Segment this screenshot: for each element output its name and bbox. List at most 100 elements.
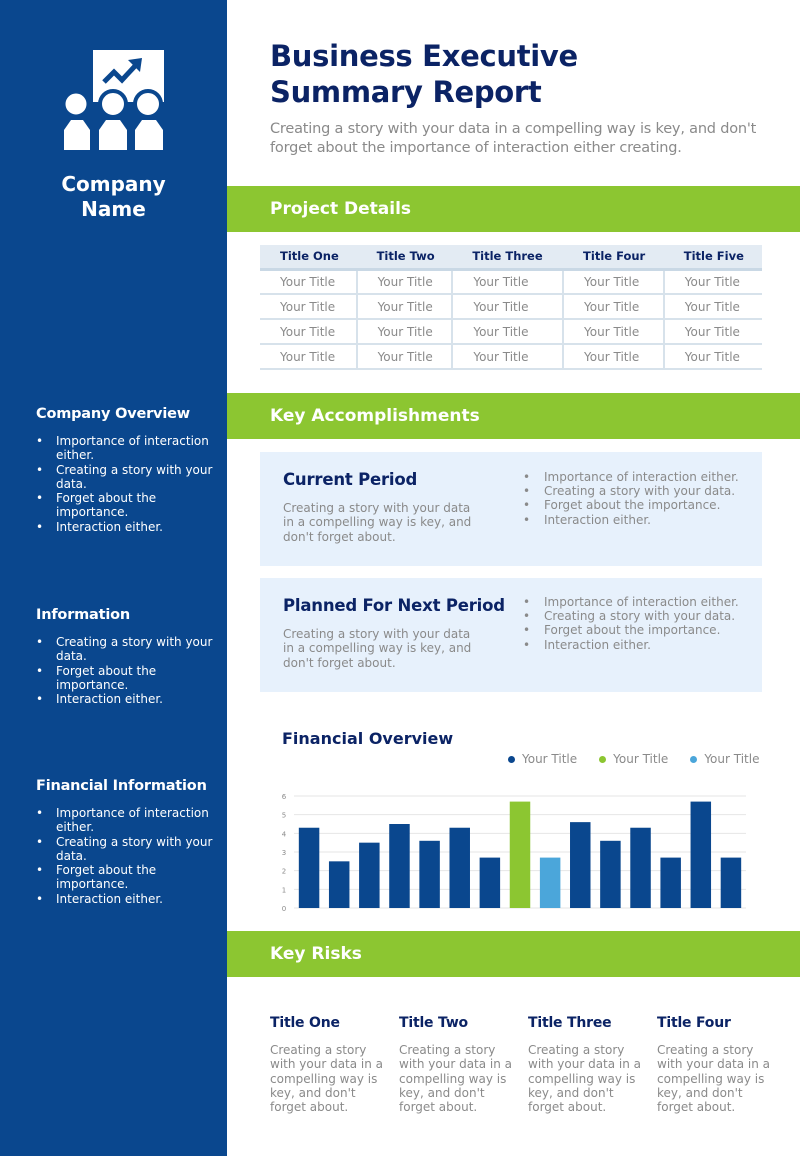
y-tick-label: 6 bbox=[282, 793, 287, 801]
project-details-table: Title One Title Two Title Three Title Fo… bbox=[260, 245, 762, 370]
card-text: Creating a story with your data in a com… bbox=[283, 501, 472, 544]
table-cell: Your Title bbox=[562, 294, 664, 320]
table-cell: Your Title bbox=[562, 344, 664, 370]
table-cell: Your Title bbox=[662, 319, 762, 345]
risk-title: Title One bbox=[270, 1015, 340, 1031]
page-title: Business Executive Summary Report bbox=[270, 38, 578, 110]
y-tick-label: 2 bbox=[282, 868, 286, 876]
card-text: Creating a story with your data in a com… bbox=[283, 627, 472, 670]
y-tick-label: 3 bbox=[282, 849, 286, 857]
chart-bar bbox=[298, 827, 320, 908]
bullet-list: Creating a story with your data. Forget … bbox=[36, 635, 221, 707]
bullet-list: Importance of interaction either. Creati… bbox=[36, 434, 221, 534]
chart-legend: Your Title Your Title Your Title bbox=[508, 752, 759, 766]
risk-text: Creating a story with your data in a com… bbox=[657, 1043, 771, 1115]
list-item: Importance of interaction either. bbox=[36, 806, 221, 835]
legend-dot-blue bbox=[508, 755, 515, 763]
risk-title: Title Three bbox=[528, 1015, 612, 1031]
legend-item: Your Title bbox=[690, 752, 759, 766]
section-heading: Financial Information bbox=[36, 778, 207, 794]
current-period-card: Current Period Creating a story with you… bbox=[260, 452, 762, 566]
chart-bar bbox=[328, 861, 350, 908]
column-header: Title Five bbox=[663, 245, 762, 271]
chart-bar bbox=[389, 824, 410, 908]
table-cell: Your Title bbox=[355, 344, 453, 370]
table-cell: Your Title bbox=[662, 269, 762, 295]
table-cell: Your Title bbox=[260, 269, 357, 295]
table-cell: Your Title bbox=[355, 269, 453, 295]
risk-item: Title One Creating a story with your dat… bbox=[270, 1015, 388, 1114]
chart-bar bbox=[419, 840, 440, 908]
page-subtitle: Creating a story with your data in a com… bbox=[270, 121, 757, 156]
sidebar: Company Name Company Overview Importance… bbox=[0, 0, 227, 1156]
project-details-band: Project Details bbox=[227, 186, 800, 232]
column-header: Title Three bbox=[452, 245, 564, 271]
card-title: Planned For Next Period bbox=[283, 596, 505, 615]
y-tick-label: 4 bbox=[282, 830, 287, 838]
section-heading: Information bbox=[36, 607, 131, 623]
card-title: Current Period bbox=[283, 470, 418, 489]
chart-bar bbox=[600, 840, 621, 908]
y-tick-label: 5 bbox=[282, 812, 286, 820]
list-item: Creating a story with your data. bbox=[523, 609, 739, 623]
card-bullets: Importance of interaction either. Creati… bbox=[523, 470, 739, 527]
legend-dot-light-blue bbox=[690, 755, 698, 763]
risk-item: Title Two Creating a story with your dat… bbox=[399, 1015, 517, 1114]
legend-label: Your Title bbox=[522, 752, 578, 766]
chart-title: Financial Overview bbox=[282, 729, 454, 748]
planned-next-period-card: Planned For Next Period Creating a story… bbox=[260, 578, 762, 692]
table-cell: Your Title bbox=[260, 319, 357, 345]
table-cell: Your Title bbox=[451, 294, 564, 320]
list-item: Importance of interaction either. bbox=[523, 470, 739, 484]
chart-bar bbox=[690, 801, 712, 908]
list-item: Forget about the importance. bbox=[523, 623, 739, 637]
chart-bar bbox=[449, 827, 470, 908]
legend-item: Your Title bbox=[599, 752, 668, 766]
chart-bar bbox=[660, 857, 681, 908]
risk-title: Title Four bbox=[657, 1015, 731, 1031]
chart-bar bbox=[630, 827, 651, 908]
list-item: Creating a story with your data. bbox=[36, 835, 221, 864]
list-item: Creating a story with your data. bbox=[523, 484, 739, 498]
column-header: Title Two bbox=[356, 245, 453, 271]
table-cell: Your Title bbox=[451, 269, 564, 295]
list-item: Forget about the importance. bbox=[523, 498, 739, 512]
risk-item: Title Three Creating a story with your d… bbox=[528, 1015, 646, 1114]
section-heading: Key Accomplishments bbox=[270, 406, 480, 426]
list-item: Forget about the importance. bbox=[36, 491, 221, 520]
table-cell: Your Title bbox=[260, 294, 357, 320]
title-line1: Business Executive bbox=[270, 39, 578, 73]
list-item: Forget about the importance. bbox=[36, 863, 221, 892]
risk-item: Title Four Creating a story with your da… bbox=[657, 1015, 775, 1114]
chart-bar bbox=[570, 822, 591, 908]
risk-title: Title Two bbox=[399, 1015, 468, 1031]
table-cell: Your Title bbox=[355, 294, 453, 320]
legend-item: Your Title bbox=[508, 752, 577, 766]
risk-text: Creating a story with your data in a com… bbox=[270, 1043, 384, 1115]
risk-text: Creating a story with your data in a com… bbox=[399, 1043, 513, 1115]
information-section: Information Creating a story with your d… bbox=[36, 607, 221, 707]
chart-bar bbox=[539, 857, 561, 908]
list-item: Interaction either. bbox=[36, 692, 221, 707]
team-presentation-growth-icon bbox=[62, 50, 164, 150]
table-cell: Your Title bbox=[451, 344, 564, 370]
table-row: Your Title Your Title Your Title Your Ti… bbox=[260, 319, 762, 345]
company-overview-section: Company Overview Importance of interacti… bbox=[36, 406, 221, 534]
table-cell: Your Title bbox=[260, 344, 357, 370]
table-cell: Your Title bbox=[451, 319, 564, 345]
section-heading: Key Risks bbox=[270, 944, 362, 964]
table-row: Your Title Your Title Your Title Your Ti… bbox=[260, 344, 762, 370]
company-name-line1: Company bbox=[61, 172, 166, 196]
table-row: Your Title Your Title Your Title Your Ti… bbox=[260, 269, 762, 295]
financial-overview-chart: 0 1 2 3 4 5 6 bbox=[282, 793, 746, 913]
chart-bar bbox=[720, 857, 742, 908]
financial-information-section: Financial Information Importance of inte… bbox=[36, 778, 221, 906]
list-item: Interaction either. bbox=[36, 520, 221, 535]
y-tick-label: 0 bbox=[282, 905, 286, 913]
list-item: Creating a story with your data. bbox=[36, 635, 221, 664]
list-item: Interaction either. bbox=[523, 638, 739, 652]
title-line2: Summary Report bbox=[270, 75, 542, 109]
table-header-row: Title One Title Two Title Three Title Fo… bbox=[260, 245, 762, 271]
column-header: Title Four bbox=[563, 245, 664, 271]
legend-label: Your Title bbox=[613, 752, 669, 766]
